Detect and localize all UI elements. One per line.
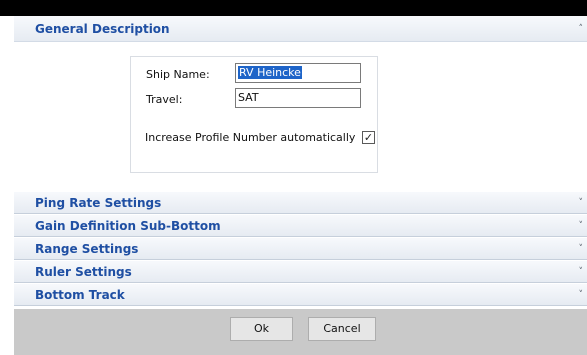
settings-panel: General Description ˄ Ship Name: RV Hein… bbox=[14, 16, 587, 355]
ship-name-input[interactable]: RV Heincke bbox=[235, 63, 361, 83]
chevron-down-icon[interactable]: ˅ bbox=[579, 192, 584, 214]
ruler-settings-title: Ruler Settings bbox=[35, 265, 132, 279]
check-icon: ✓ bbox=[363, 131, 374, 144]
general-group-box: Ship Name: RV Heincke Travel: SAT Increa… bbox=[130, 56, 378, 173]
dialog-footer: Ok Cancel bbox=[14, 309, 587, 355]
ship-name-value: RV Heincke bbox=[238, 66, 302, 79]
cancel-button[interactable]: Cancel bbox=[308, 317, 376, 341]
general-description-body: Ship Name: RV Heincke Travel: SAT Increa… bbox=[14, 43, 587, 207]
travel-input[interactable]: SAT bbox=[235, 88, 361, 108]
general-description-header[interactable]: General Description ˄ bbox=[14, 16, 587, 42]
gain-definition-title: Gain Definition Sub-Bottom bbox=[35, 219, 221, 233]
ping-rate-settings-title: Ping Rate Settings bbox=[35, 196, 162, 210]
general-description-title: General Description bbox=[35, 22, 170, 36]
chevron-down-icon[interactable]: ˅ bbox=[579, 261, 584, 283]
range-settings-title: Range Settings bbox=[35, 242, 139, 256]
bottom-track-title: Bottom Track bbox=[35, 288, 125, 302]
ship-name-label: Ship Name: bbox=[146, 68, 210, 81]
chevron-down-icon[interactable]: ˅ bbox=[579, 215, 584, 237]
increase-profile-checkbox[interactable]: ✓ bbox=[362, 131, 375, 144]
range-settings-header[interactable]: Range Settings ˅ bbox=[14, 238, 587, 260]
bottom-track-header[interactable]: Bottom Track ˅ bbox=[14, 284, 587, 306]
chevron-down-icon[interactable]: ˅ bbox=[579, 284, 584, 306]
chevron-up-icon[interactable]: ˄ bbox=[579, 16, 584, 42]
ping-rate-settings-header[interactable]: Ping Rate Settings ˅ bbox=[14, 192, 587, 214]
ok-button[interactable]: Ok bbox=[230, 317, 293, 341]
chevron-down-icon[interactable]: ˅ bbox=[579, 238, 584, 260]
gain-definition-header[interactable]: Gain Definition Sub-Bottom ˅ bbox=[14, 215, 587, 237]
ruler-settings-header[interactable]: Ruler Settings ˅ bbox=[14, 261, 587, 283]
travel-label: Travel: bbox=[146, 93, 183, 106]
window-top-bar bbox=[0, 0, 587, 16]
increase-profile-label: Increase Profile Number automatically bbox=[145, 131, 356, 144]
